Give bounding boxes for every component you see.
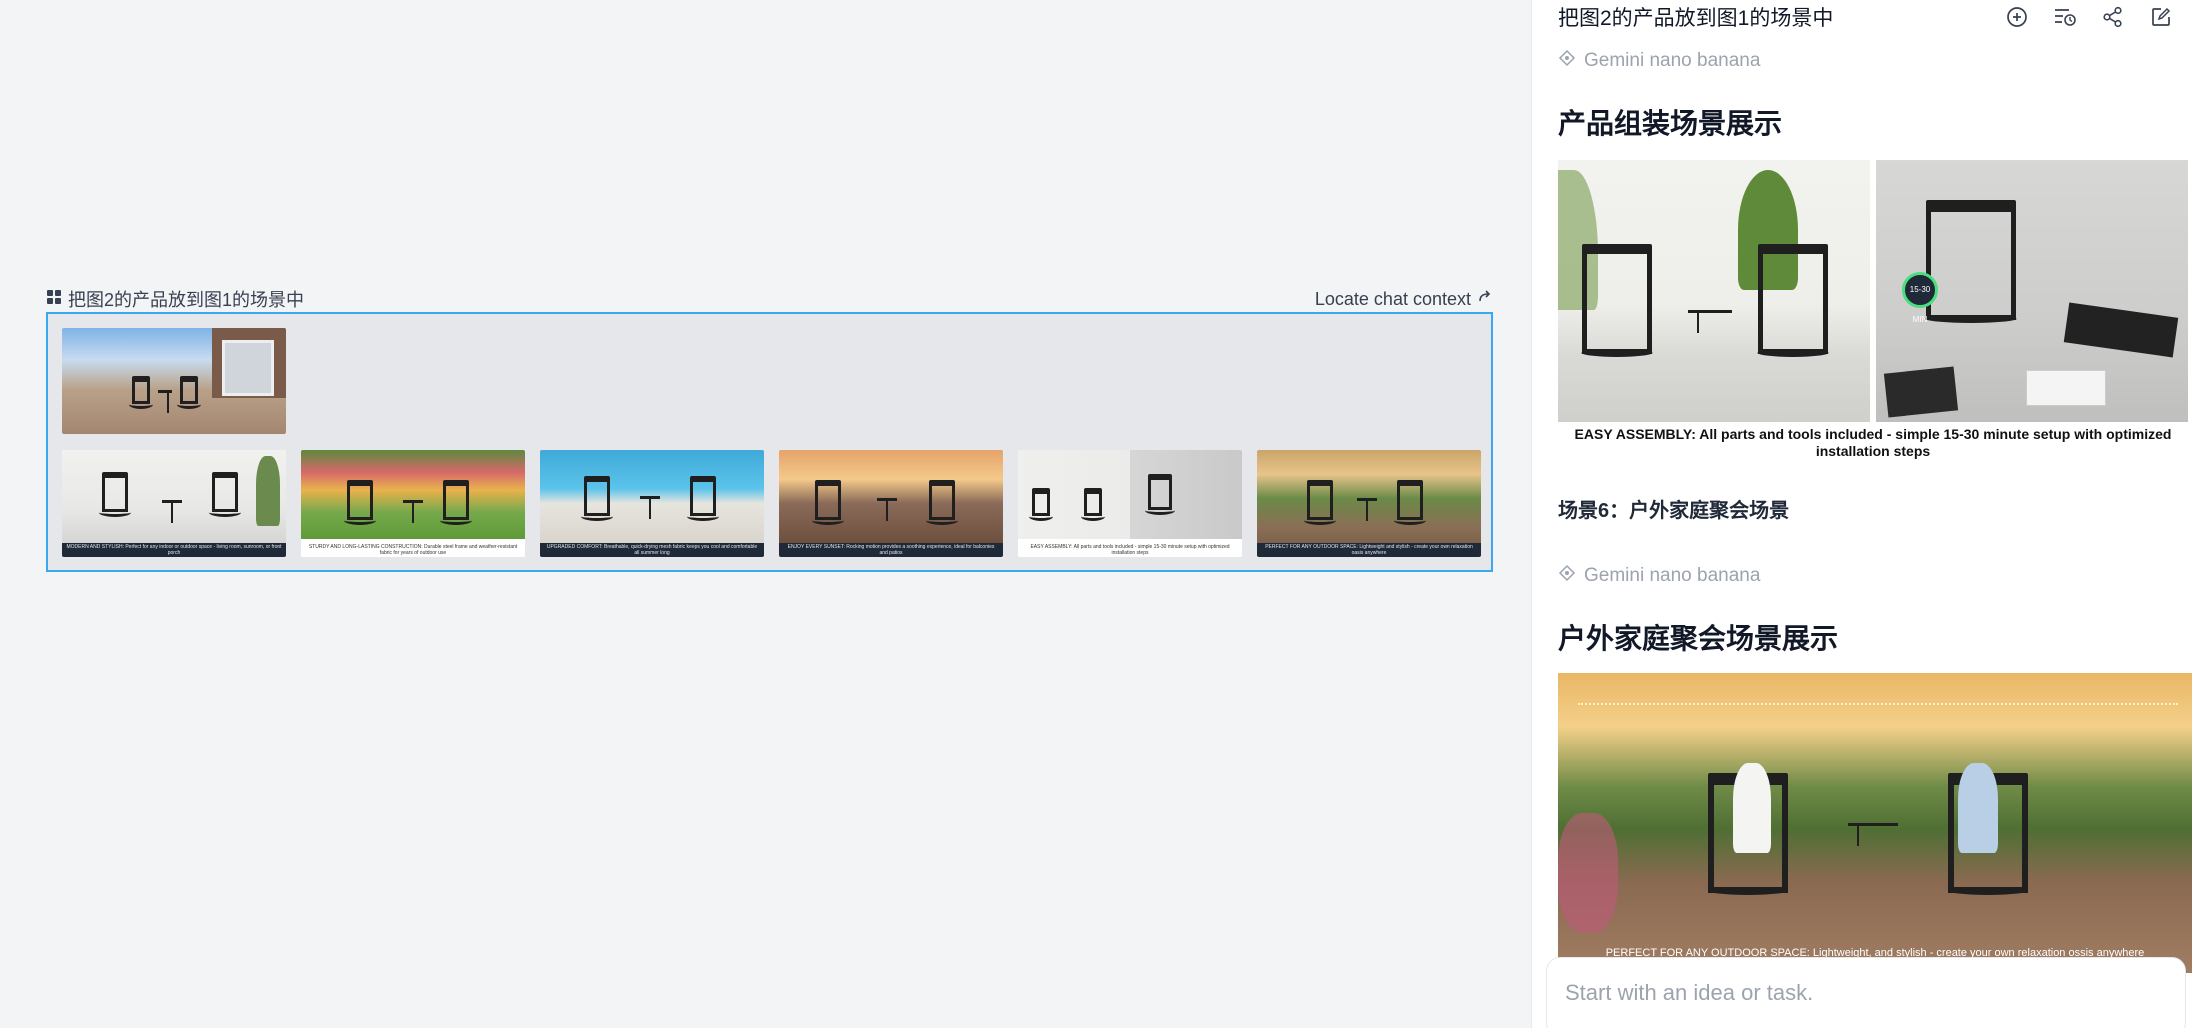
board-title[interactable]: 把图2的产品放到图1的场景中 xyxy=(46,286,304,312)
thumbnail-1[interactable]: MODERN AND STYLISH: Perfect for any indo… xyxy=(62,450,286,557)
thumbnail-3-caption: UPGRADED COMFORT: Breathable, quick-dryi… xyxy=(540,543,764,557)
image-board[interactable]: MODERN AND STYLISH: Perfect for any indo… xyxy=(46,312,1493,572)
new-chat-icon[interactable] xyxy=(2004,4,2030,30)
history-icon[interactable] xyxy=(2052,4,2078,30)
thumbnail-2-caption: STURDY AND LONG-LASTING CONSTRUCTION: Du… xyxy=(301,543,525,557)
thumbnail-6-caption: PERFECT FOR ANY OUTDOOR SPACE: Lightweig… xyxy=(1257,543,1481,557)
section-heading-assembly: 产品组装场景展示 xyxy=(1558,108,1783,139)
thumbnail-6[interactable]: PERFECT FOR ANY OUTDOOR SPACE: Lightweig… xyxy=(1257,450,1481,557)
chat-title: 把图2的产品放到图1的场景中 xyxy=(1558,7,1834,30)
edit-icon[interactable] xyxy=(2148,4,2174,30)
board-header: 把图2的产品放到图1的场景中 Locate chat context xyxy=(46,288,1493,310)
thumbnail-reference-scene[interactable] xyxy=(62,328,286,434)
assembly-timer-badge: 15-30 MIN xyxy=(1902,272,1938,324)
gemini-label-text-2: Gemini nano banana xyxy=(1584,565,1761,586)
gemini-label-bottom: Gemini nano banana xyxy=(1558,563,2188,589)
locate-chat-context-link[interactable]: Locate chat context xyxy=(1315,289,1493,310)
canvas-area: 把图2的产品放到图1的场景中 Locate chat context MODER… xyxy=(0,0,1531,1028)
gemini-label-text: Gemini nano banana xyxy=(1584,50,1761,71)
assembly-caption: EASY ASSEMBLY: All parts and tools inclu… xyxy=(1574,426,2172,459)
scene6-title: 场景6：户外家庭聚会场景 xyxy=(1558,500,1790,522)
section-heading-gathering: 户外家庭聚会场景展示 xyxy=(1558,623,1839,654)
thumbnail-5[interactable]: EASY ASSEMBLY: All parts and tools inclu… xyxy=(1018,450,1242,557)
gemini-label-top: Gemini nano banana xyxy=(1558,48,2188,74)
thumbnail-4[interactable]: ENJOY EVERY SUNSET: Rocking motion provi… xyxy=(779,450,1003,557)
assembly-image-row: 15-30 MIN xyxy=(1558,160,2188,422)
chat-header: 把图2的产品放到图1的场景中 xyxy=(1532,0,2199,34)
thumbnail-2[interactable]: STURDY AND LONG-LASTING CONSTRUCTION: Du… xyxy=(301,450,525,557)
board-title-text: 把图2的产品放到图1的场景中 xyxy=(68,290,305,310)
gathering-image[interactable]: PERFECT FOR ANY OUTDOOR SPACE: Lightweig… xyxy=(1558,673,2192,973)
chat-input[interactable]: Start with an idea or task. xyxy=(1546,957,2186,1028)
gemini-icon xyxy=(1558,49,1576,73)
assembly-image-right[interactable]: 15-30 MIN xyxy=(1876,160,2188,422)
assembly-image-left[interactable] xyxy=(1558,160,1870,422)
thumbnail-1-caption: MODERN AND STYLISH: Perfect for any indo… xyxy=(62,543,286,557)
chat-panel: 把图2的产品放到图1的场景中 Gemini nano banana 产品组装场景… xyxy=(1531,0,2199,1028)
gemini-icon xyxy=(1558,564,1576,588)
chat-actions xyxy=(2004,4,2174,30)
chat-body: Gemini nano banana 产品组装场景展示 15-30 MIN EA… xyxy=(1558,34,2192,973)
chat-input-placeholder: Start with an idea or task. xyxy=(1565,980,1814,1005)
thumbnail-5-caption: EASY ASSEMBLY: All parts and tools inclu… xyxy=(1018,543,1242,557)
thumbnail-3[interactable]: UPGRADED COMFORT: Breathable, quick-dryi… xyxy=(540,450,764,557)
locate-chat-context-label: Locate chat context xyxy=(1314,288,1471,309)
board-icon xyxy=(46,289,62,310)
arrow-out-icon xyxy=(1477,289,1493,310)
thumbnail-4-caption: ENJOY EVERY SUNSET: Rocking motion provi… xyxy=(779,543,1003,557)
share-icon[interactable] xyxy=(2100,4,2126,30)
